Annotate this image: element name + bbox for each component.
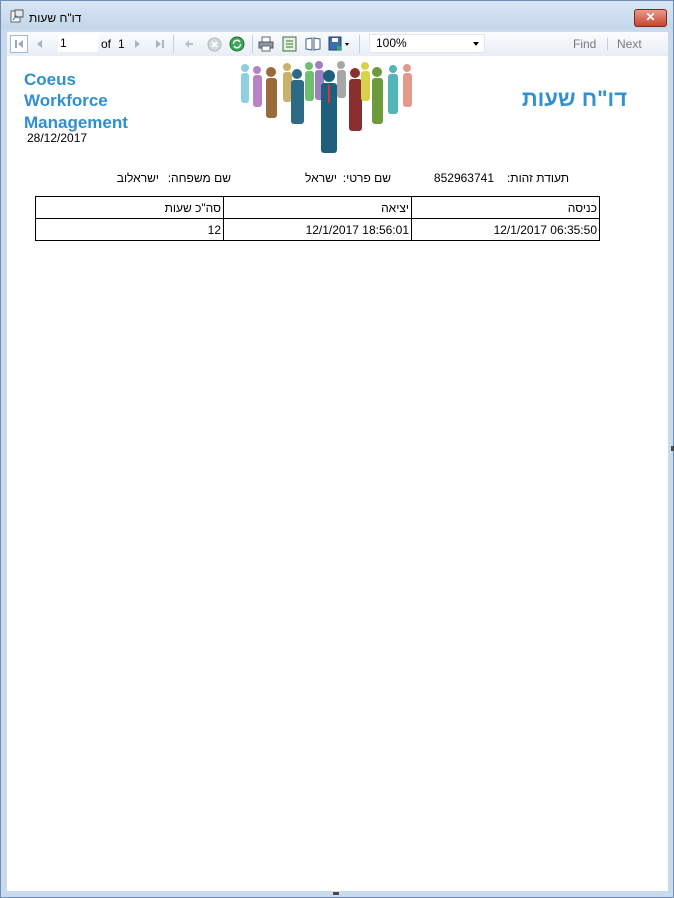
refresh-icon[interactable] xyxy=(228,35,246,53)
zoom-select[interactable]: 100% xyxy=(369,34,485,53)
prev-page-icon[interactable] xyxy=(32,35,46,53)
report-window: דו"ח שעות ✕ of 1 xyxy=(0,0,674,898)
title-bar: דו"ח שעות ✕ xyxy=(1,1,673,29)
people-silhouettes xyxy=(241,61,412,153)
print-layout-icon[interactable] xyxy=(280,35,298,53)
toolbar-separator xyxy=(359,35,360,53)
report-page: Coeus Workforce Management 28/12/2017 דו… xyxy=(7,56,668,891)
last-name-label: שם משפחה: xyxy=(167,171,231,185)
toolbar-separator xyxy=(173,35,174,53)
logo-line-2: Workforce xyxy=(24,91,108,110)
last-name-value: ישראלוב xyxy=(116,171,159,185)
workforce-people-image xyxy=(241,61,412,153)
logo-line-1: Coeus xyxy=(24,70,76,89)
back-icon[interactable] xyxy=(181,35,197,53)
print-icon[interactable] xyxy=(257,35,275,53)
column-header: יציאה xyxy=(223,196,412,219)
entry-cell: 12/1/2017 06:35:50 xyxy=(411,218,600,241)
table-row: 12 12/1/2017 18:56:01 12/1/2017 06:35:50 xyxy=(35,218,600,241)
column-header: סה"כ שעות xyxy=(35,196,224,219)
toolbar-separator xyxy=(252,35,253,53)
export-icon[interactable] xyxy=(327,35,353,53)
stop-icon[interactable] xyxy=(205,35,223,53)
table-header-row: סה"כ שעות יציאה כניסה xyxy=(35,196,600,219)
id-label: תעודת זהות: xyxy=(506,171,569,185)
column-header: כניסה xyxy=(411,196,600,219)
exit-cell: 12/1/2017 18:56:01 xyxy=(223,218,412,241)
first-name-value: ישראל xyxy=(305,171,337,185)
report-toolbar: of 1 100% xyxy=(7,32,668,57)
report-app-icon xyxy=(10,9,24,23)
first-page-icon[interactable] xyxy=(10,35,28,53)
report-date: 28/12/2017 xyxy=(27,131,88,145)
hours-table: סה"כ שעות יציאה כניסה 12 12/1/2017 18:56… xyxy=(35,196,600,241)
first-name-label: שם פרטי: xyxy=(342,171,391,185)
id-value: 852963741 xyxy=(433,171,494,185)
resize-grip[interactable] xyxy=(333,892,339,895)
page-of-label: of xyxy=(101,37,112,51)
total-pages: 1 xyxy=(118,37,125,51)
page-setup-icon[interactable] xyxy=(304,35,322,53)
report-title: דו"ח שעות xyxy=(521,86,627,111)
last-page-icon[interactable] xyxy=(152,35,168,53)
page-number-input[interactable] xyxy=(58,34,98,52)
find-link[interactable]: Find xyxy=(573,37,596,51)
logo-line-3: Management xyxy=(24,113,128,132)
window-title: דו"ח שעות xyxy=(29,11,82,25)
chevron-down-icon xyxy=(473,42,479,46)
total-hours-cell: 12 xyxy=(35,218,224,241)
next-link[interactable]: Next xyxy=(617,37,642,51)
close-button[interactable]: ✕ xyxy=(634,9,667,27)
zoom-value: 100% xyxy=(376,36,407,50)
toolbar-separator xyxy=(607,38,608,50)
next-page-icon[interactable] xyxy=(131,35,145,53)
